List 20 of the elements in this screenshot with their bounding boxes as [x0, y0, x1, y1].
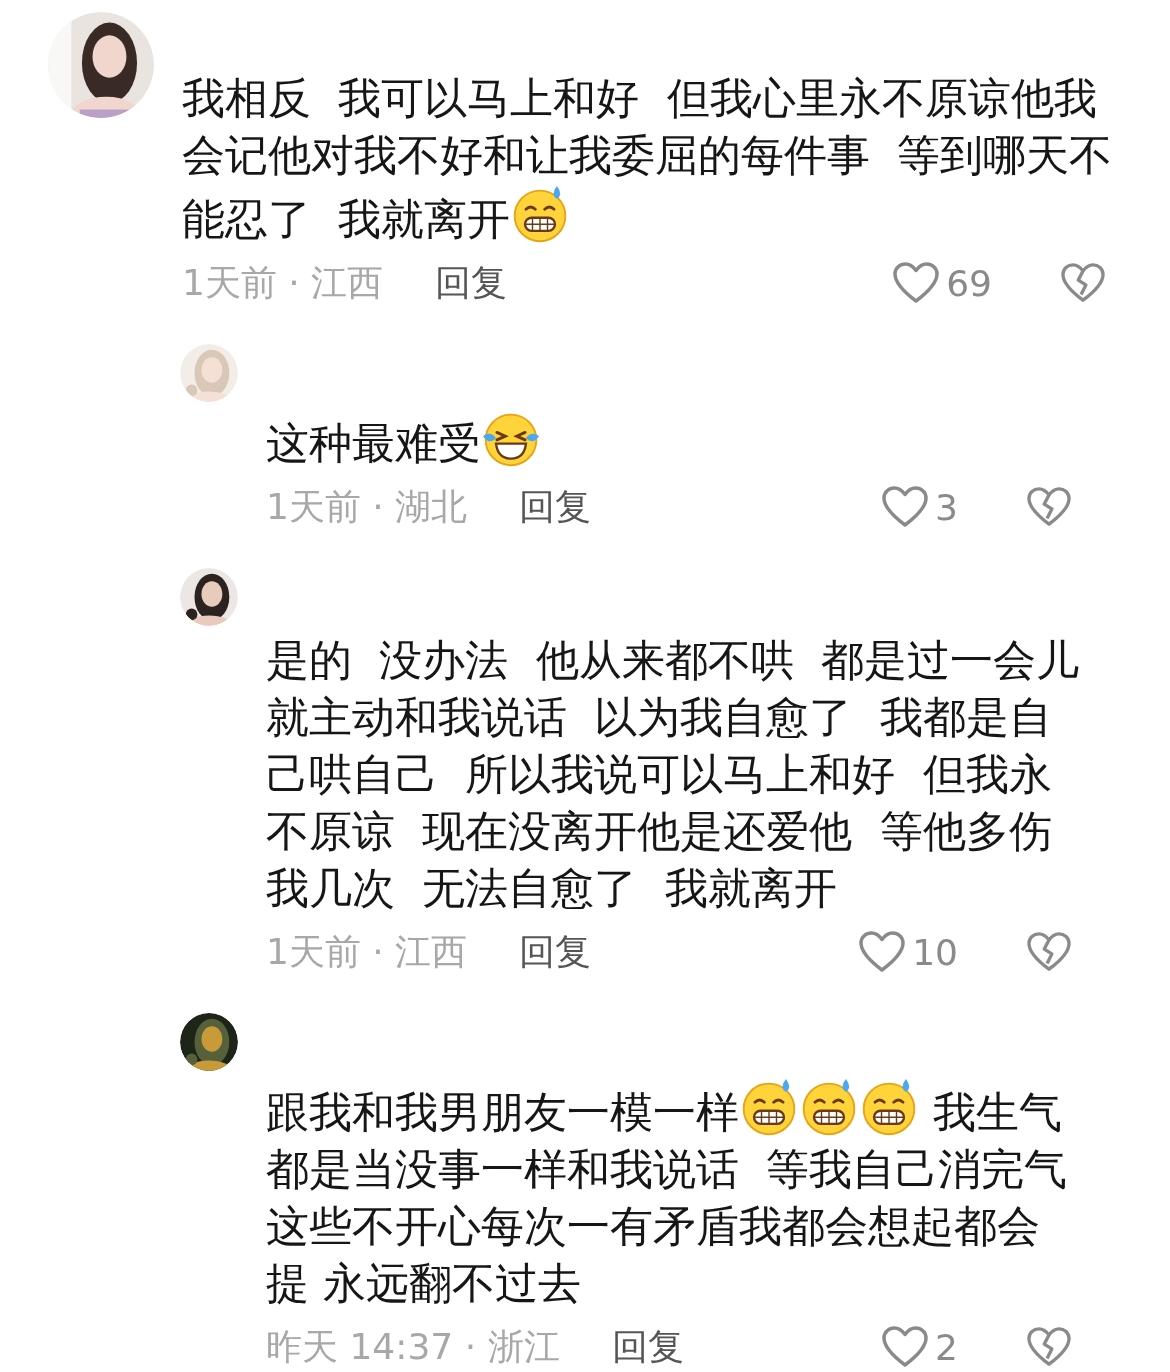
broken-heart-icon[interactable] — [1060, 262, 1106, 304]
timestamp-location: 1天前 · 江西 — [182, 260, 384, 305]
broken-heart-icon[interactable] — [1026, 1326, 1072, 1368]
comment-text: 这种最难受 — [266, 408, 1080, 472]
heart-icon — [892, 261, 941, 305]
reply-link[interactable]: 回复 — [611, 1322, 684, 1372]
heart-icon — [881, 1325, 930, 1369]
comment-text: 是的 没办法 他从来都不哄 都是过一会儿就主动和我说话 以为我自愈了 我都是自己哄自己 所以我说可以马上和好 但我永不原谅 现在没离开他是还爱他 等他多伤我几次 无法自愈了 我就离开 — [266, 634, 1080, 915]
broken-heart-icon[interactable] — [1026, 931, 1072, 973]
heart-icon — [858, 930, 907, 974]
timestamp-location: 1天前 · 江西 — [266, 929, 468, 974]
broken-heart-icon[interactable] — [1026, 486, 1072, 528]
comment-text: 我相反 我可以马上和好 但我心里永不原谅他我会记他对我不好和让我委屈的每件事 等到哪天不能忍了 我就离开 — [182, 72, 1114, 246]
heart-icon — [881, 485, 930, 529]
timestamp-location: 昨天 14:37 · 浙江 — [266, 1324, 560, 1369]
reply-link[interactable]: 回复 — [519, 482, 592, 532]
comment-text: 跟我和我男朋友一模一样 我生气都是当没事一样和我说话 等我自己消完气这些不开心每次一有矛盾我都会想起都会提 永远翻不过去 — [266, 1077, 1080, 1312]
reply-link[interactable]: 回复 — [519, 927, 592, 977]
reply-link[interactable]: 回复 — [435, 258, 508, 308]
timestamp-location: 1天前 · 湖北 — [266, 484, 468, 529]
